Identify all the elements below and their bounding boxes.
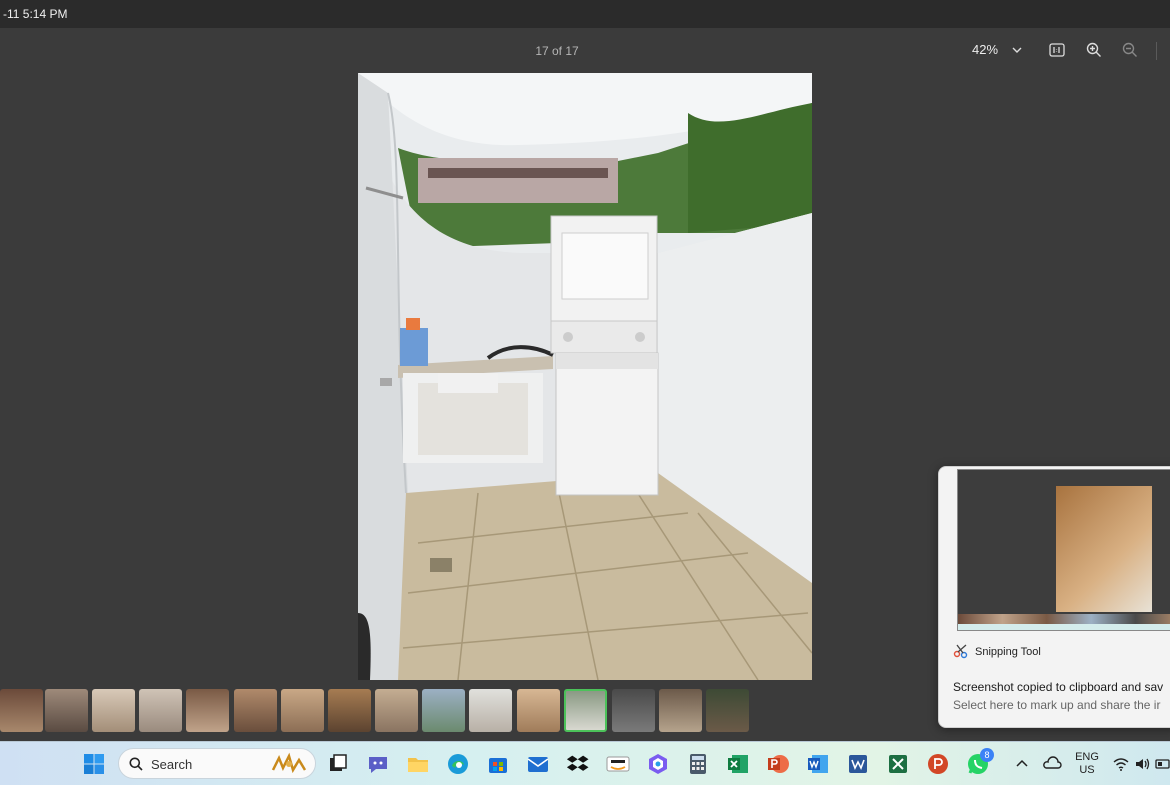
chevron-down-icon[interactable] <box>1005 38 1029 62</box>
zoom-in-icon[interactable] <box>1082 38 1106 62</box>
thumbnail[interactable] <box>0 689 43 732</box>
laundry-photo <box>358 73 812 680</box>
notification-app-name: Snipping Tool <box>975 646 1041 658</box>
notification-message: Screenshot copied to clipboard and sav <box>953 680 1164 694</box>
calculator-icon[interactable] <box>686 752 710 776</box>
powerpoint-icon[interactable] <box>766 752 790 776</box>
thumbnail[interactable] <box>469 689 512 732</box>
windows-start-icon[interactable] <box>82 752 106 776</box>
notification-sub-message: Select here to mark up and share the ir <box>953 698 1161 712</box>
excel-icon[interactable] <box>726 752 750 776</box>
thumbnail-selected[interactable] <box>564 689 607 732</box>
word-icon[interactable] <box>806 752 830 776</box>
excel-alt-icon[interactable] <box>886 752 910 776</box>
thumbnail[interactable] <box>186 689 229 732</box>
language-indicator[interactable]: ENG US <box>1071 751 1103 777</box>
snipping-tool-icon <box>953 643 969 664</box>
thumbnail[interactable] <box>92 689 135 732</box>
thumbnail[interactable] <box>45 689 88 732</box>
filmstrip <box>0 688 760 734</box>
thumbnail[interactable] <box>375 689 418 732</box>
wifi-icon[interactable] <box>1112 752 1136 776</box>
toolbar-divider <box>1156 42 1157 60</box>
zoom-level[interactable]: 42% <box>972 42 998 57</box>
viewer-toolbar: 17 of 17 42% <box>0 28 1170 72</box>
search-icon <box>129 757 143 776</box>
taskbar-search[interactable]: Search <box>118 748 316 779</box>
language-code: ENG <box>1075 751 1099 763</box>
thumbnail[interactable] <box>328 689 371 732</box>
title-bar: -11 5:14 PM <box>0 0 1170 28</box>
keyboard-region: US <box>1079 764 1095 776</box>
word-alt-icon[interactable] <box>846 752 870 776</box>
zoom-out-icon[interactable] <box>1118 38 1142 62</box>
thumbnail[interactable] <box>139 689 182 732</box>
thumbnail[interactable] <box>706 689 749 732</box>
search-highlight-icon <box>269 752 309 781</box>
taskbar: Search 8 ENG US <box>0 741 1170 785</box>
task-view-icon[interactable] <box>326 752 350 776</box>
thumbnail[interactable] <box>281 689 324 732</box>
dropbox-icon[interactable] <box>566 752 590 776</box>
edge-icon[interactable] <box>446 752 470 776</box>
window-title: -11 5:14 PM <box>3 7 68 21</box>
preview-taskbar <box>958 624 1170 630</box>
amazon-icon[interactable] <box>606 752 630 776</box>
thumbnail[interactable] <box>659 689 702 732</box>
copilot-icon[interactable] <box>646 752 670 776</box>
thumbnail[interactable] <box>612 689 655 732</box>
whatsapp-badge: 8 <box>980 748 994 762</box>
thumbnail[interactable] <box>517 689 560 732</box>
thumbnail[interactable] <box>234 689 277 732</box>
battery-icon[interactable] <box>1155 752 1170 776</box>
photo-viewer[interactable] <box>358 73 812 680</box>
show-hidden-icons-chevron-up-icon[interactable] <box>1014 752 1038 776</box>
teams-chat-icon[interactable] <box>366 752 390 776</box>
store-icon[interactable] <box>486 752 510 776</box>
onedrive-cloud-icon[interactable] <box>1042 752 1066 776</box>
image-counter: 17 of 17 <box>535 44 579 58</box>
actual-size-icon[interactable] <box>1045 38 1069 62</box>
mail-icon[interactable] <box>526 752 550 776</box>
preview-photo <box>1056 486 1152 612</box>
thumbnail[interactable] <box>422 689 465 732</box>
preview-filmstrip <box>958 614 1170 624</box>
powerpoint-alt-icon[interactable] <box>926 752 950 776</box>
snipping-tool-notification[interactable]: Snipping Tool Screenshot copied to clipb… <box>938 466 1170 728</box>
file-explorer-icon[interactable] <box>406 752 430 776</box>
search-placeholder: Search <box>151 757 193 772</box>
screenshot-preview[interactable] <box>957 469 1170 631</box>
